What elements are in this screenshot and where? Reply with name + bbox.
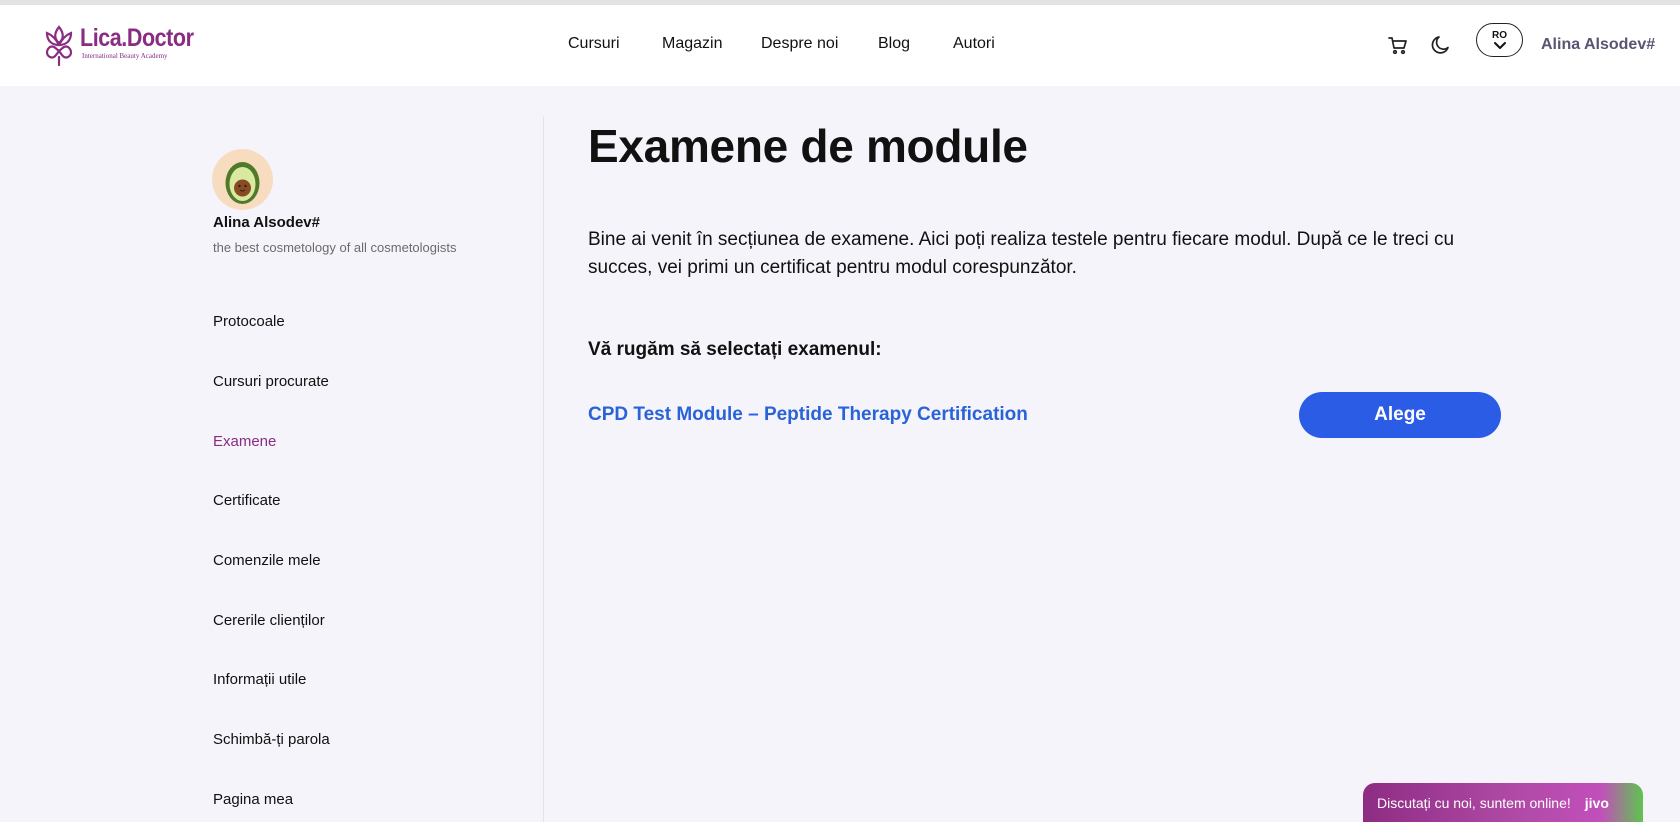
- avatar: [212, 149, 273, 210]
- moon-icon[interactable]: [1429, 33, 1453, 57]
- site-header: Lica.Doctor International Beauty Academy…: [0, 5, 1680, 86]
- sidebar-item-pagina-mea[interactable]: Pagina mea: [213, 791, 293, 808]
- nav-despre-noi[interactable]: Despre noi: [761, 35, 838, 53]
- sidebar-item-schimba-parola[interactable]: Schimbă-ți parola: [213, 731, 330, 748]
- exams-content: [588, 86, 1588, 822]
- page-title: Examene de module: [588, 120, 1028, 172]
- choose-exam-button[interactable]: Alege: [1299, 392, 1501, 438]
- logo-tagline: International Beauty Academy: [82, 52, 168, 60]
- logo-name: Lica.Doctor: [80, 24, 194, 52]
- sidebar-item-informatii-utile[interactable]: Informații utile: [213, 671, 306, 688]
- header-user-name[interactable]: Alina Alsodev#: [1541, 36, 1655, 54]
- nav-blog[interactable]: Blog: [878, 35, 910, 53]
- exam-link[interactable]: CPD Test Module – Peptide Therapy Certif…: [588, 404, 1028, 426]
- sidebar-item-certificate[interactable]: Certificate: [213, 492, 281, 509]
- nav-cursuri[interactable]: Cursuri: [568, 35, 620, 53]
- language-code: RO: [1492, 30, 1507, 41]
- sidebar-divider: [543, 116, 544, 822]
- profile-sidebar: [0, 86, 543, 822]
- sidebar-item-protocoale[interactable]: Protocoale: [213, 313, 285, 330]
- cart-icon[interactable]: [1386, 33, 1410, 57]
- profile-name: Alina Alsodev#: [213, 214, 320, 231]
- nav-magazin[interactable]: Magazin: [662, 35, 722, 53]
- chat-brand: jivo: [1584, 794, 1609, 811]
- sidebar-item-examene[interactable]: Examene: [213, 433, 276, 450]
- chat-widget[interactable]: Discutați cu noi, suntem online! jivo: [1363, 783, 1643, 822]
- sidebar-item-cererile-clientilor[interactable]: Cererile clienților: [213, 612, 325, 629]
- language-selector[interactable]: RO: [1476, 23, 1523, 57]
- logo[interactable]: Lica.Doctor International Beauty Academy: [42, 23, 212, 67]
- avocado-avatar-icon: [225, 162, 260, 204]
- chat-text: Discutați cu noi, suntem online!: [1377, 794, 1571, 811]
- intro-text: Bine ai venit în secțiunea de examene. A…: [588, 229, 1455, 278]
- nav-autori[interactable]: Autori: [953, 35, 995, 53]
- sidebar-item-comenzile-mele[interactable]: Comenzile mele: [213, 552, 321, 569]
- lotus-logo-icon: [45, 25, 73, 67]
- select-exam-prompt: Vă rugăm să selectați examenul:: [588, 339, 882, 360]
- chevron-down-icon: [1493, 42, 1506, 49]
- sidebar-item-cursuri-procurate[interactable]: Cursuri procurate: [213, 373, 329, 390]
- main-nav: Cursuri Magazin Despre noi Blog Autori: [0, 5, 1680, 86]
- profile-bio: the best cosmetology of all cosmetologis…: [213, 240, 457, 255]
